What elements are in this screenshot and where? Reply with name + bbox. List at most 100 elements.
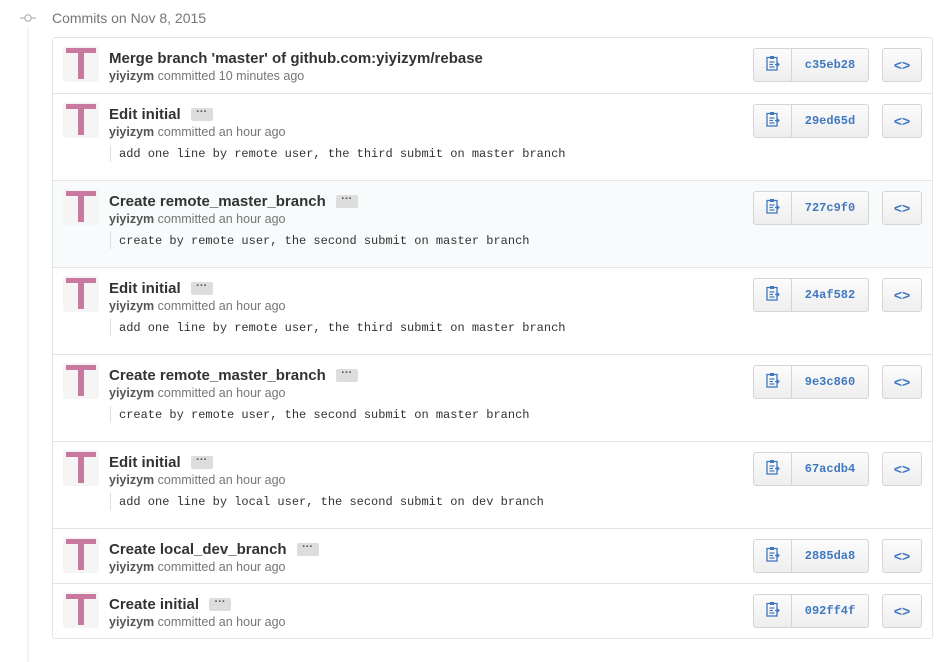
avatar[interactable] <box>63 276 99 312</box>
commit-group-header: Commits on Nov 8, 2015 <box>18 8 206 28</box>
copy-sha-button[interactable] <box>753 539 792 573</box>
avatar[interactable] <box>63 189 99 225</box>
commit-meta: yiyizym committed an hour ago <box>109 473 286 487</box>
browse-repo-at-commit-button[interactable]: <> <box>882 191 922 225</box>
commit-title-link[interactable]: Create initial <box>109 596 199 613</box>
commit-author[interactable]: yiyizym <box>109 473 154 487</box>
commit-author[interactable]: yiyizym <box>109 212 154 226</box>
commit-author[interactable]: yiyizym <box>109 615 154 629</box>
timeline-line <box>27 28 29 662</box>
avatar[interactable] <box>63 537 99 573</box>
clipboard-icon <box>765 372 780 393</box>
commit-row: Merge branch 'master' of github.com:yiyi… <box>53 38 932 93</box>
commit-title-link[interactable]: Create local_dev_branch <box>109 541 287 558</box>
commit-time: committed an hour ago <box>157 473 286 487</box>
clipboard-icon <box>765 55 780 76</box>
clipboard-icon <box>765 198 780 219</box>
copy-sha-button[interactable] <box>753 278 792 312</box>
commit-title-link[interactable]: Create remote_master_branch <box>109 193 326 210</box>
browse-repo-at-commit-button[interactable]: <> <box>882 452 922 486</box>
browse-repo-at-commit-button[interactable]: <> <box>882 539 922 573</box>
clipboard-icon <box>765 601 780 622</box>
copy-sha-button[interactable] <box>753 48 792 82</box>
commit-description: add one line by local user, the second s… <box>110 493 544 510</box>
copy-sha-button[interactable] <box>753 104 792 138</box>
commit-title-link[interactable]: Edit initial <box>109 454 181 471</box>
commit-row: Edit initial ··· yiyizym committed an ho… <box>53 93 932 180</box>
copy-sha-button[interactable] <box>753 365 792 399</box>
commit-description-expander[interactable]: ··· <box>190 280 213 295</box>
commit-sha-group: 092ff4f <box>753 594 869 628</box>
commit-row: Edit initial ··· yiyizym committed an ho… <box>53 441 932 528</box>
commit-title-link[interactable]: Merge branch 'master' of github.com:yiyi… <box>109 50 483 67</box>
commit-time: committed an hour ago <box>157 212 286 226</box>
commit-time: committed an hour ago <box>157 299 286 313</box>
browse-repo-at-commit-button[interactable]: <> <box>882 365 922 399</box>
commit-sha-group: 24af582 <box>753 278 869 312</box>
commit-time: committed 10 minutes ago <box>157 69 305 83</box>
avatar[interactable] <box>63 592 99 628</box>
commit-meta: yiyizym committed an hour ago <box>109 560 286 574</box>
commit-sha-group: 2885da8 <box>753 539 869 573</box>
commit-description-expander[interactable]: ··· <box>190 454 213 469</box>
commit-time: committed an hour ago <box>157 560 286 574</box>
commit-description: add one line by remote user, the third s… <box>110 319 565 336</box>
commit-author[interactable]: yiyizym <box>109 560 154 574</box>
commit-author[interactable]: yiyizym <box>109 299 154 313</box>
commit-meta: yiyizym committed an hour ago <box>109 386 286 400</box>
clipboard-icon <box>765 111 780 132</box>
commit-meta: yiyizym committed 10 minutes ago <box>109 69 304 83</box>
clipboard-icon <box>765 459 780 480</box>
commit-sha-link[interactable]: 092ff4f <box>792 594 869 628</box>
commit-group-title: Commits on Nov 8, 2015 <box>52 10 207 26</box>
commit-list: Merge branch 'master' of github.com:yiyi… <box>52 37 933 639</box>
commit-sha-link[interactable]: 29ed65d <box>792 104 869 138</box>
commit-sha-link[interactable]: 2885da8 <box>792 539 869 573</box>
commit-description-expander[interactable]: ··· <box>296 541 319 556</box>
commit-row: Create initial ··· yiyizym committed an … <box>53 583 932 638</box>
copy-sha-button[interactable] <box>753 191 792 225</box>
commit-meta: yiyizym committed an hour ago <box>109 299 286 313</box>
commit-row: Create local_dev_branch ··· yiyizym comm… <box>53 528 932 583</box>
browse-repo-at-commit-button[interactable]: <> <box>882 104 922 138</box>
avatar[interactable] <box>63 102 99 138</box>
commit-sha-group: 9e3c860 <box>753 365 869 399</box>
commit-sha-group: 67acdb4 <box>753 452 869 486</box>
commit-title-link[interactable]: Edit initial <box>109 280 181 297</box>
browse-repo-at-commit-button[interactable]: <> <box>882 48 922 82</box>
commit-row: Create remote_master_branch ··· yiyizym … <box>53 354 932 441</box>
commit-time: committed an hour ago <box>157 125 286 139</box>
commit-meta: yiyizym committed an hour ago <box>109 615 286 629</box>
commit-title-link[interactable]: Edit initial <box>109 106 181 123</box>
commit-time: committed an hour ago <box>157 386 286 400</box>
commit-author[interactable]: yiyizym <box>109 69 154 83</box>
copy-sha-button[interactable] <box>753 452 792 486</box>
commit-sha-group: 727c9f0 <box>753 191 869 225</box>
avatar[interactable] <box>63 363 99 399</box>
copy-sha-button[interactable] <box>753 594 792 628</box>
commit-sha-group: c35eb28 <box>753 48 869 82</box>
browse-repo-at-commit-button[interactable]: <> <box>882 278 922 312</box>
commit-sha-link[interactable]: 67acdb4 <box>792 452 869 486</box>
commit-description: add one line by remote user, the third s… <box>110 145 565 162</box>
commit-title-link[interactable]: Create remote_master_branch <box>109 367 326 384</box>
commit-sha-link[interactable]: c35eb28 <box>792 48 869 82</box>
git-commit-icon <box>18 8 38 28</box>
commit-author[interactable]: yiyizym <box>109 386 154 400</box>
clipboard-icon <box>765 546 780 567</box>
commit-author[interactable]: yiyizym <box>109 125 154 139</box>
commit-row: Create remote_master_branch ··· yiyizym … <box>53 180 932 267</box>
commit-description-expander[interactable]: ··· <box>209 596 232 611</box>
commit-sha-link[interactable]: 24af582 <box>792 278 869 312</box>
commit-description: create by remote user, the second submit… <box>110 406 529 423</box>
commit-sha-link[interactable]: 9e3c860 <box>792 365 869 399</box>
commit-description-expander[interactable]: ··· <box>335 367 358 382</box>
commit-description-expander[interactable]: ··· <box>190 106 213 121</box>
avatar[interactable] <box>63 46 99 82</box>
avatar[interactable] <box>63 450 99 486</box>
commit-sha-link[interactable]: 727c9f0 <box>792 191 869 225</box>
commit-description-expander[interactable]: ··· <box>335 193 358 208</box>
browse-repo-at-commit-button[interactable]: <> <box>882 594 922 628</box>
commit-meta: yiyizym committed an hour ago <box>109 212 286 226</box>
commit-sha-group: 29ed65d <box>753 104 869 138</box>
